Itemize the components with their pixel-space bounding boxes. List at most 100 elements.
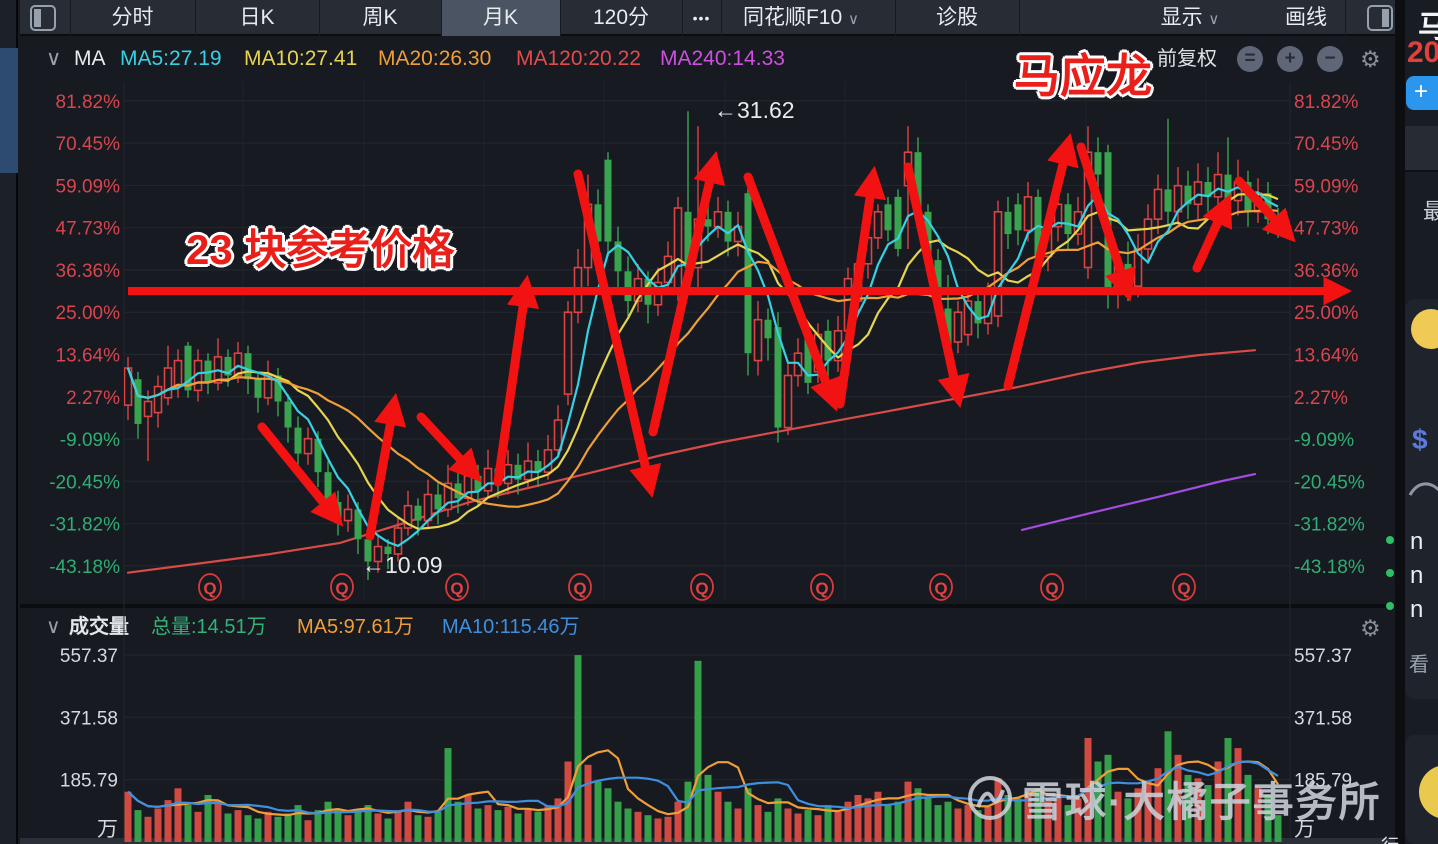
ma240-value: MA240:14.33 [660, 47, 785, 70]
svg-text:-20.45%: -20.45% [49, 472, 120, 493]
feed-card[interactable]: $ n n n 看 [1405, 299, 1438, 699]
svg-text:557.37: 557.37 [1294, 646, 1352, 667]
svg-text:Q: Q [1177, 579, 1190, 598]
svg-text:2.27%: 2.27% [66, 388, 120, 409]
chevron-down-icon[interactable]: ∨ [46, 38, 61, 80]
volume-ma5: MA5:97.61万 [297, 616, 414, 638]
sparkline-fragment [1408, 482, 1438, 496]
long-ma-lines [126, 349, 1257, 574]
scale-reset-icon[interactable]: = [1237, 46, 1263, 72]
svg-text:-31.82%: -31.82% [49, 515, 120, 536]
volume-header: ∨ 成交量 总量:14.51万 MA5:97.61万 MA10:115.46万 … [20, 608, 1395, 646]
more-link-fragment[interactable]: 看 [1409, 648, 1429, 677]
left-sidebar-selected-item[interactable] [0, 48, 18, 173]
status-dot [1386, 536, 1394, 544]
svg-text:Q: Q [450, 579, 463, 598]
tab-daily-k[interactable]: 日K [195, 0, 319, 36]
tab-monthly-k[interactable]: 月K [441, 0, 560, 36]
panel-tab-fragment[interactable]: 最 [1423, 194, 1438, 226]
svg-text:13.64%: 13.64% [56, 346, 121, 367]
svg-text:13.64%: 13.64% [1294, 346, 1359, 367]
draw-line-button[interactable]: 画线 [1256, 0, 1356, 36]
trend-arrow-annotations [257, 132, 1296, 541]
right-stock-panel: 马 20 + 最 $ n n n 看 [1405, 0, 1438, 844]
zoom-out-icon[interactable]: − [1317, 46, 1343, 72]
tab-minute[interactable]: 分时 [70, 0, 195, 36]
svg-text:371.58: 371.58 [60, 708, 118, 729]
collapse-left-panel-icon[interactable] [30, 5, 56, 31]
price-axis-labels: 81.82% 81.82% 70.45% 70.45% 59.09% 59.09% 47.7… [49, 92, 1365, 578]
svg-text:371.58: 371.58 [1294, 708, 1352, 729]
panel-price-fragment: 20 [1407, 36, 1438, 69]
svg-text:70.45%: 70.45% [56, 134, 121, 155]
svg-text:2.27%: 2.27% [1294, 388, 1348, 409]
chart-toolbar: 分时 日K 周K 月K 120分 ••• 同花顺F10 ∨ 诊股 显示 ∨ 画线 [20, 0, 1395, 36]
high-price-label: ←31.62 [714, 97, 795, 123]
status-dot [1386, 569, 1394, 577]
text-fragment: 行 [1381, 832, 1399, 844]
svg-text:185.79: 185.79 [60, 771, 118, 792]
ma20-value: MA20:26.30 [378, 47, 492, 70]
feed-card[interactable] [1405, 735, 1438, 844]
svg-text:81.82%: 81.82% [1294, 92, 1359, 113]
watermark: 雪球·大橘子事务所 [966, 768, 1382, 828]
svg-text:59.09%: 59.09% [56, 176, 121, 197]
adjust-mode-label[interactable]: 前复权 [1157, 38, 1217, 80]
svg-text:59.09%: 59.09% [1294, 176, 1359, 197]
stock-name-annotation: 马应龙 [1014, 50, 1152, 102]
ma-indicator-bar: ∨ MA MA5:27.19 MA10:27.41 MA20:26.30 MA1… [20, 38, 1395, 80]
zoom-in-icon[interactable]: + [1277, 46, 1303, 72]
collapse-right-panel-icon[interactable] [1367, 5, 1393, 31]
svg-text:557.37: 557.37 [60, 646, 118, 667]
svg-text:36.36%: 36.36% [56, 261, 121, 282]
stock-chart-app: 分时 日K 周K 月K 120分 ••• 同花顺F10 ∨ 诊股 显示 ∨ 画线… [0, 0, 1438, 844]
dividend-markers[interactable]: QQQQQQQQQ [198, 573, 1196, 601]
svg-text:Q: Q [1045, 579, 1058, 598]
svg-text:Q: Q [934, 579, 947, 598]
more-periods-icon[interactable]: ••• [682, 0, 721, 36]
settings-gear-icon[interactable]: ⚙ [1360, 615, 1381, 641]
ths-f10-button[interactable]: 同花顺F10 ∨ [721, 0, 881, 36]
panel-divider [1395, 0, 1405, 844]
text-fragment: n [1410, 596, 1424, 623]
tab-weekly-k[interactable]: 周K [319, 0, 441, 36]
svg-text:-31.82%: -31.82% [1294, 515, 1365, 536]
watermark-text: 雪球·大橘子事务所 [1022, 779, 1382, 825]
svg-text:25.00%: 25.00% [56, 303, 121, 324]
status-dot [1386, 602, 1394, 610]
avatar [1411, 309, 1438, 349]
indicator-name: MA [74, 47, 106, 70]
volume-ma10: MA10:115.46万 [442, 616, 580, 638]
svg-text:-20.45%: -20.45% [1294, 472, 1365, 493]
bottom-edge-strip [20, 838, 1395, 844]
chevron-down-icon: ∨ [848, 11, 859, 28]
text-fragment: n [1410, 528, 1424, 555]
chevron-down-icon[interactable]: ∨ [46, 608, 61, 646]
reference-price-annotation: 23 块参考价格 [186, 226, 455, 273]
display-menu-button[interactable]: 显示 ∨ [1140, 0, 1240, 36]
add-to-watchlist-button[interactable]: + [1406, 76, 1438, 110]
chevron-down-icon: ∨ [1208, 11, 1220, 28]
volume-gridlines [124, 654, 1290, 781]
svg-text:25.00%: 25.00% [1294, 303, 1359, 324]
svg-text:-9.09%: -9.09% [1294, 430, 1354, 451]
low-price-label: ←10.09 [362, 552, 443, 578]
diagnose-stock-button[interactable]: 诊股 [895, 0, 1019, 36]
settings-gear-icon[interactable]: ⚙ [1360, 46, 1381, 72]
tab-120min[interactable]: 120分 [560, 0, 682, 36]
panel-tab-strip[interactable] [1405, 126, 1438, 172]
volume-total: 总量:14.51万 [151, 616, 267, 638]
dollar-fragment: $ [1412, 424, 1428, 455]
svg-text:47.73%: 47.73% [1294, 219, 1359, 240]
svg-text:81.82%: 81.82% [56, 92, 121, 113]
svg-text:Q: Q [695, 579, 708, 598]
kline-chart-canvas: 81.82% 81.82% 70.45% 70.45% 59.09% 59.09% 47.7… [49, 82, 1365, 842]
ma120-value: MA120:20.22 [516, 47, 641, 70]
text-fragment: n [1410, 562, 1424, 589]
svg-text:Q: Q [203, 579, 216, 598]
xueqiu-logo-icon [968, 776, 1012, 820]
svg-text:Q: Q [815, 579, 828, 598]
avatar [1419, 765, 1438, 819]
price-gridlines [123, 82, 1291, 838]
svg-text:-43.18%: -43.18% [1294, 557, 1365, 578]
